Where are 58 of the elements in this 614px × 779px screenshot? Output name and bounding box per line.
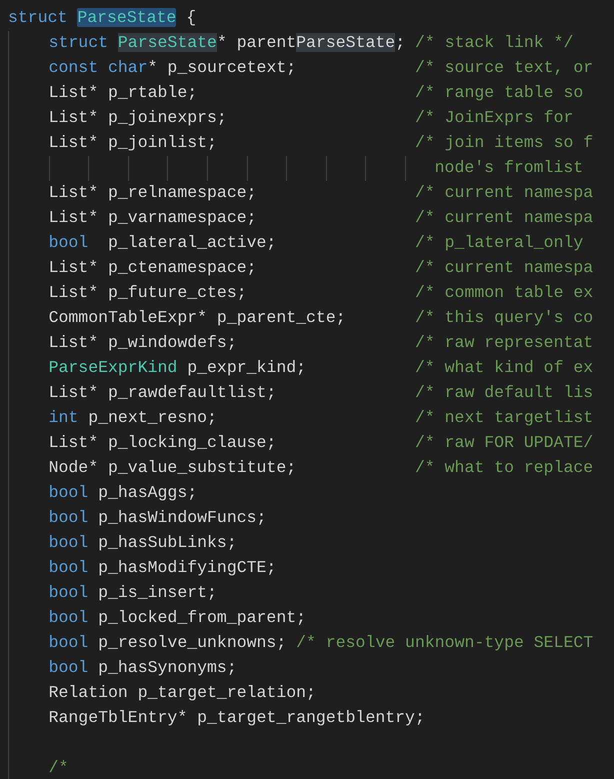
code-line: List* p_locking_clause; [48, 432, 278, 454]
code-line: bool p_locked_from_parent; [48, 607, 306, 630]
code-line: bool p_is_insert; [48, 582, 217, 604]
code-line: List* p_ctenamespace; [48, 257, 258, 280]
code-line: Node* p_value_substitute; [48, 457, 298, 480]
indent-guide [246, 156, 248, 181]
indent-guide [326, 156, 327, 181]
code-line: ParseExprKind p_expr_kind; [48, 357, 308, 380]
code-line: RangeTblEntry* p_target_rangetblentry; [48, 707, 425, 730]
indent-guide [286, 156, 288, 181]
code-comment: /* raw default lis [414, 382, 594, 404]
code-comment: /* resolve unknown-type SELECT [296, 632, 594, 654]
code-comment: /* current namespa [414, 207, 594, 230]
code-line: List* p_joinlist; [48, 132, 218, 154]
code-line: List* p_joinexprs; [48, 107, 228, 130]
indent-guide [206, 156, 208, 181]
code-comment: /* raw FOR UPDATE/ [414, 432, 594, 454]
code-line: bool p_hasWindowFuncs; [48, 507, 266, 530]
code-line: int p_next_resno; [48, 407, 218, 430]
code-comment: /* common table ex [414, 282, 594, 304]
indent-guide [404, 156, 406, 181]
code-line: const char* p_sourcetext; [48, 57, 298, 80]
code-comment: /* stack link */ [414, 32, 574, 54]
code-comment: /* what kind of ex [414, 357, 594, 380]
indent-guide [88, 156, 90, 181]
indent-guide [128, 156, 129, 181]
code-comment: /* JoinExprs for [414, 107, 574, 130]
code-line: bool p_hasModifyingCTE; [48, 557, 276, 580]
code-line: Relation p_target_relation; [48, 682, 316, 704]
code-comment: /* current namespa [414, 182, 594, 204]
code-comment: /* [48, 757, 68, 779]
code-line: bool p_hasAggs; [48, 482, 198, 504]
code-comment: /* next targetlist [414, 407, 594, 430]
code-line: List* p_rtable; [48, 82, 198, 104]
code-line: bool p_lateral_active; [48, 232, 278, 254]
code-comment: /* this query's co [414, 307, 594, 330]
code-line: List* p_varnamespace; [48, 207, 258, 230]
indent-guide [48, 156, 50, 181]
code-line: bool p_hasSynonyms; [48, 657, 237, 680]
indent-guide [167, 156, 168, 181]
code-line: struct ParseState { [8, 7, 196, 30]
code-line: bool p_resolve_unknowns; [48, 632, 286, 654]
code-line: List* p_future_ctes; [48, 282, 248, 304]
code-line: CommonTableExpr* p_parent_cte; [48, 307, 347, 330]
code-line: List* p_windowdefs; [48, 332, 238, 354]
code-comment: /* join items so f [414, 132, 594, 154]
code-comment: /* current namespa [414, 257, 594, 280]
code-comment: /* p_lateral_only [414, 232, 584, 254]
code-comment: /* source text, or [414, 57, 594, 80]
code-line: struct ParseState* parentParseState; [48, 32, 406, 54]
code-line: List* p_rawdefaultlist; [48, 382, 278, 404]
code-line: List* p_relnamespace; [48, 182, 258, 204]
code-comment: /* what to replace [414, 457, 594, 480]
code-comment: /* raw representat [414, 332, 594, 354]
code-comment: /* range table so [414, 82, 584, 104]
code-line: bool p_hasSubLinks; [48, 532, 237, 554]
indent-guide [365, 156, 366, 181]
code-comment: node's fromlist [434, 157, 584, 180]
